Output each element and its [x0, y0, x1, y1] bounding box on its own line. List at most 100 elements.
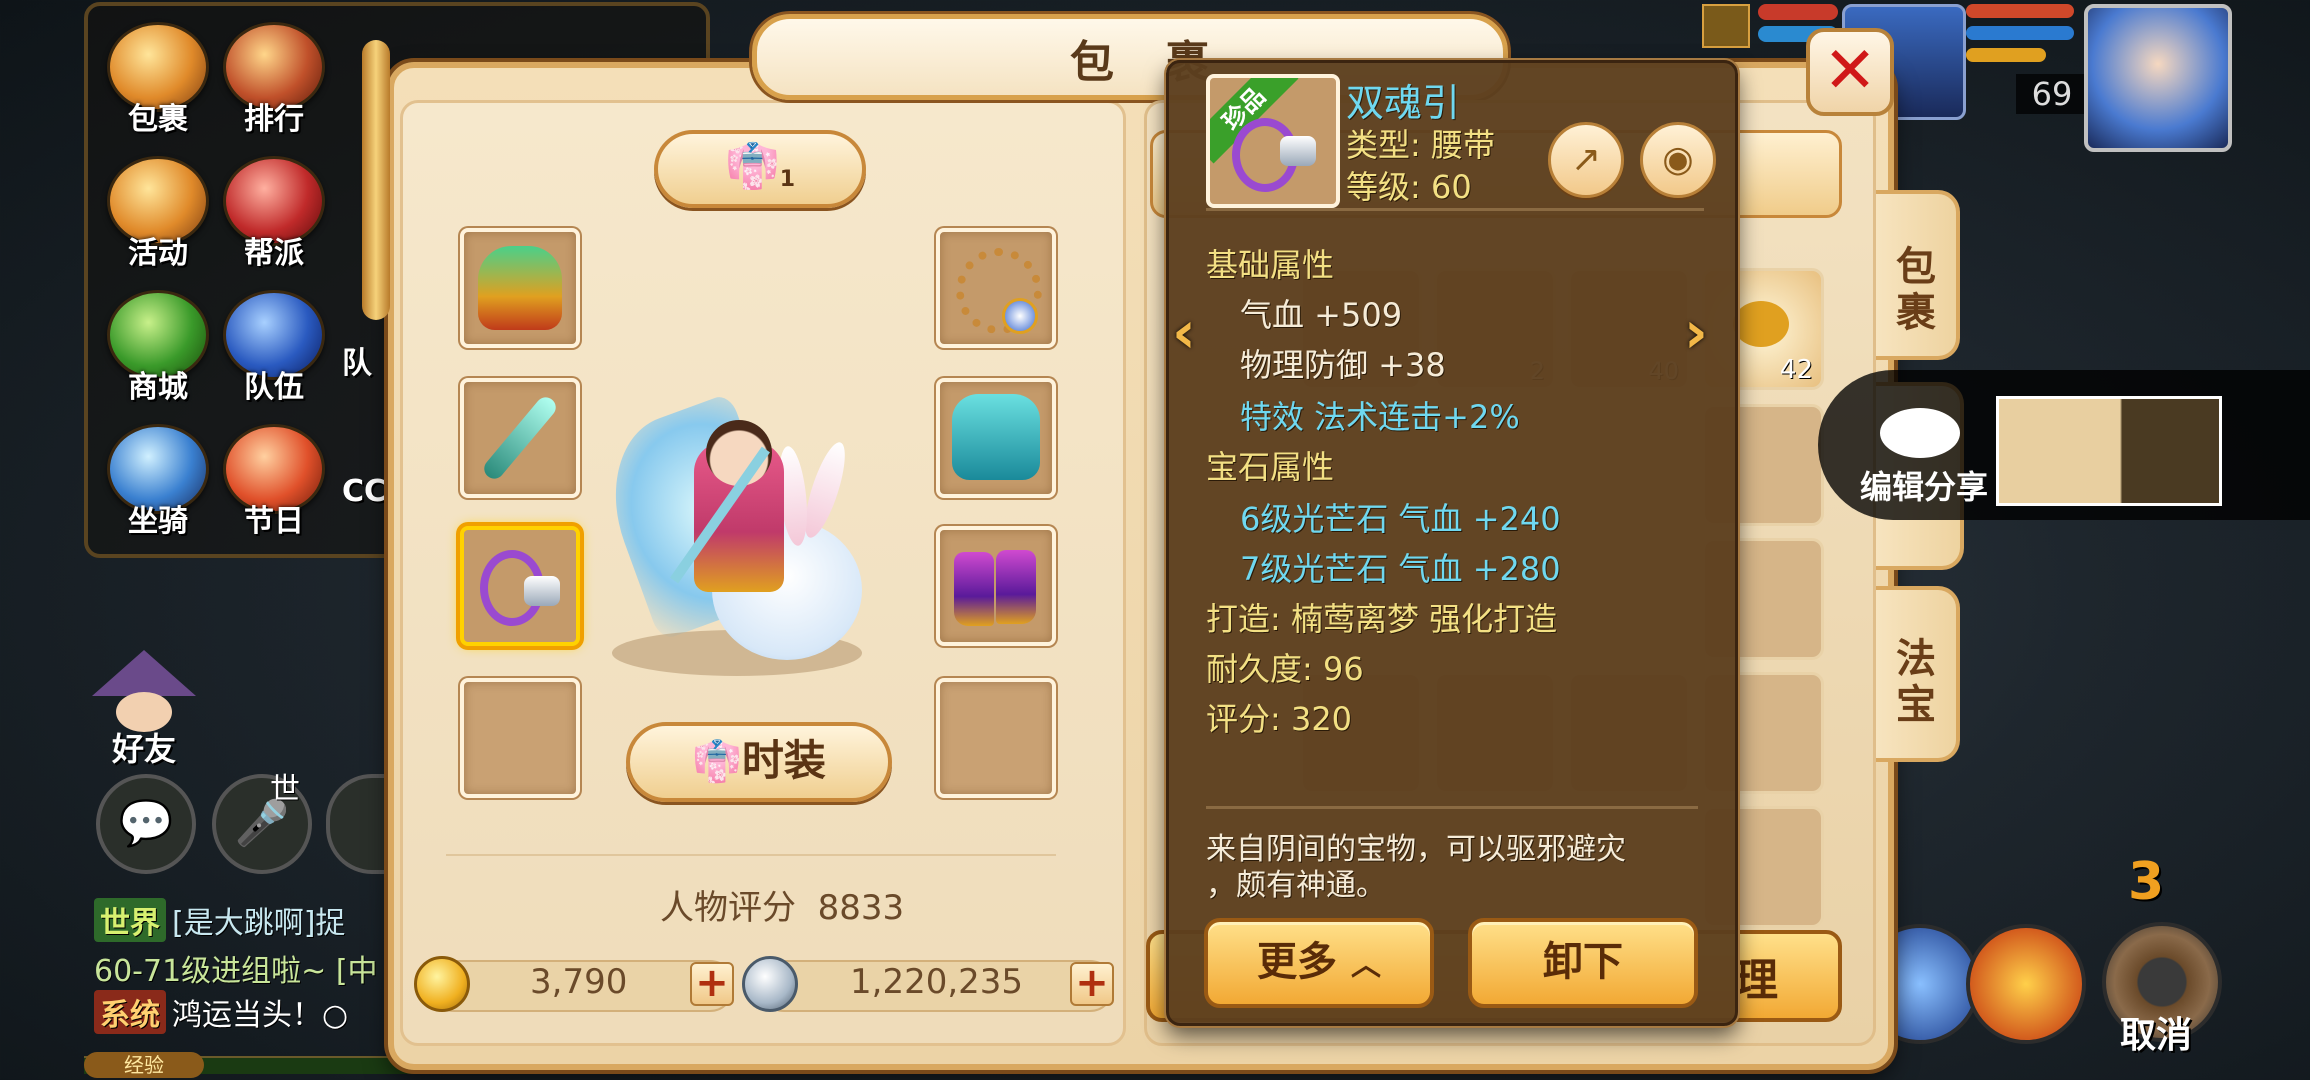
- gem-stat: 6级光芒石 气血 +240: [1240, 500, 1561, 538]
- cancel-button[interactable]: 取消: [2120, 1006, 2192, 1058]
- belt-slot[interactable]: [460, 526, 580, 646]
- menu-shop-button[interactable]: 商城: [100, 290, 216, 410]
- item-level: 等级: 60: [1346, 168, 1472, 206]
- necklace-slot[interactable]: [936, 228, 1056, 348]
- exp-label: 经验: [84, 1052, 204, 1078]
- microphone-icon[interactable]: [326, 774, 392, 874]
- item-description-cont: ，颇有神通。: [1206, 868, 1386, 903]
- boots-icon: [954, 552, 994, 626]
- sword-icon: [480, 393, 560, 483]
- item-rating: 评分: 320: [1206, 700, 1353, 738]
- outfit-selector-button[interactable]: 👘1: [654, 130, 866, 208]
- menu-activity-label: 活动: [128, 236, 188, 271]
- helmet-icon: [478, 246, 562, 330]
- friends-button[interactable]: 好友: [92, 650, 196, 770]
- menu-ranking-button[interactable]: 排行: [216, 22, 332, 142]
- menu-guild-label: 帮派: [244, 236, 304, 271]
- item-count: 42: [1779, 355, 1813, 385]
- chat-line: 60-71级进组啦~ [中: [94, 946, 378, 990]
- empty-slot[interactable]: [460, 678, 580, 798]
- item-name: 双魂引: [1346, 81, 1461, 125]
- chevron-up-icon: ︿: [1350, 948, 1381, 983]
- prev-arrow-icon[interactable]: ‹: [1172, 302, 1210, 362]
- menu-bag-label: 包裹: [128, 102, 188, 137]
- silver-value: 1,220,235: [850, 962, 1024, 1002]
- tab-treasure[interactable]: 法宝: [1876, 586, 1960, 762]
- chat-line: 系统 鸿运当头！○: [94, 990, 348, 1034]
- armor-icon: [952, 394, 1040, 480]
- chat-channel-tag: 系统: [94, 990, 166, 1034]
- menu-mount-button[interactable]: 坐骑: [100, 424, 216, 544]
- menu-mount-label: 坐骑: [128, 504, 188, 539]
- buff-icon[interactable]: [1702, 4, 1750, 48]
- emoji-face-icon: [1880, 408, 1960, 458]
- item-type: 类型: 腰带: [1346, 126, 1495, 164]
- empty-slot[interactable]: [936, 678, 1056, 798]
- divider: [446, 854, 1056, 856]
- chat-channel-tag: 世界: [94, 898, 166, 942]
- weapon-slot[interactable]: [460, 378, 580, 498]
- chat-line: 世界 [是大跳啊]捉: [94, 898, 345, 942]
- close-button[interactable]: ✕: [1806, 28, 1894, 116]
- menu-team-label: 队伍: [244, 370, 304, 405]
- add-silver-button[interactable]: +: [1070, 962, 1114, 1006]
- chat-bubble-icon[interactable]: 💬: [96, 774, 196, 874]
- score-label: 人物评分: [660, 888, 796, 928]
- tab-bag[interactable]: 包裹: [1876, 190, 1960, 360]
- player-level: 69: [2016, 74, 2088, 114]
- menu-guild-button[interactable]: 帮派: [216, 156, 332, 276]
- more-button[interactable]: 更多 ︿: [1204, 918, 1434, 1008]
- friends-label: 好友: [111, 730, 176, 768]
- chat-text: [是大跳啊]捉: [172, 906, 346, 941]
- screenshot-thumbnail[interactable]: [1996, 396, 2222, 506]
- special-effect: 特效 法术连击+2%: [1240, 398, 1520, 436]
- next-arrow-icon[interactable]: ›: [1684, 302, 1722, 362]
- menu-team-button[interactable]: 队伍: [216, 290, 332, 410]
- gold-value: 3,790: [530, 962, 628, 1002]
- divider: [1206, 806, 1698, 809]
- durability: 耐久度: 96: [1206, 650, 1364, 688]
- character-score: 人物评分 8833: [660, 880, 904, 929]
- fashion-label: 时装: [741, 736, 826, 785]
- menu-cut-label: 队: [342, 346, 372, 381]
- boots-icon: [996, 550, 1036, 624]
- add-gold-button[interactable]: +: [690, 962, 734, 1006]
- fashion-button[interactable]: 👘时装: [626, 722, 892, 802]
- armor-slot[interactable]: [936, 378, 1056, 498]
- tab-bag-label: 包裹: [1896, 244, 1936, 336]
- divider: [1206, 208, 1704, 211]
- player-hp-bar: [1966, 4, 2074, 18]
- belt-bell-icon: [524, 576, 560, 606]
- scroll-ornament: [362, 40, 390, 320]
- share-icon[interactable]: ↗: [1548, 122, 1624, 198]
- boots-slot[interactable]: [936, 526, 1056, 646]
- silver-coin-icon: [742, 956, 798, 1012]
- score-value: 8833: [817, 888, 905, 928]
- item-icon-frame: 珍品: [1206, 74, 1340, 208]
- stat-physical-defense: 物理防御 +38: [1240, 346, 1446, 384]
- world-channel-mark: 世: [270, 772, 300, 807]
- base-attributes-header: 基础属性: [1206, 246, 1335, 284]
- unequip-label: 卸下: [1543, 939, 1623, 985]
- skill-fire-icon[interactable]: [1966, 924, 2086, 1044]
- menu-festival-button[interactable]: 节日: [216, 424, 332, 544]
- menu-bag-button[interactable]: 包裹: [100, 22, 216, 142]
- player-avatar[interactable]: [2084, 4, 2232, 152]
- arrange-label: 理: [1734, 955, 1778, 1006]
- helmet-slot[interactable]: [460, 228, 580, 348]
- forge-info: 打造: 楠莺离梦 强化打造: [1206, 600, 1558, 638]
- menu-festival-label: 节日: [244, 504, 304, 539]
- eye-icon[interactable]: ◉: [1640, 122, 1716, 198]
- unequip-button[interactable]: 卸下: [1468, 918, 1698, 1008]
- belt-bell-icon: [1280, 136, 1316, 166]
- menu-shop-label: 商城: [128, 370, 188, 405]
- player-anger-bar: [1966, 48, 2046, 62]
- stat-hp: 气血 +509: [1240, 296, 1403, 334]
- menu-ranking-label: 排行: [244, 102, 304, 137]
- menu-activity-button[interactable]: 活动: [100, 156, 216, 276]
- chat-text: 60-71级进组啦~ [中: [94, 954, 378, 989]
- more-label: 更多: [1257, 939, 1338, 985]
- outfit-count: 1: [779, 167, 796, 192]
- menu-cut-label: CC: [342, 474, 387, 509]
- edit-share-button[interactable]: 编辑分享: [1860, 462, 1988, 508]
